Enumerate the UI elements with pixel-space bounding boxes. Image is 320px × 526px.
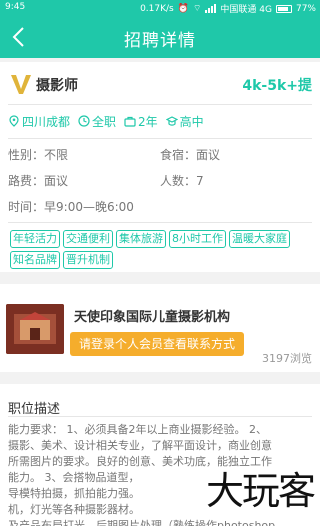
travel-info: 路费：面议 — [8, 172, 68, 189]
vip-v-icon — [11, 75, 31, 94]
gender-label: 性别： — [8, 148, 45, 162]
location-attr: 四川成都 — [8, 113, 70, 130]
education-attr: 高中 — [165, 113, 204, 130]
divider — [8, 104, 312, 105]
nav-bar: 招聘详情 — [0, 16, 320, 58]
experience-text: 2年 — [138, 114, 158, 129]
gender-value: 不限 — [44, 148, 69, 162]
job-title: 摄影师 — [36, 78, 78, 94]
description-line: 摄影、美术、设计相关专业，了解平面设计，商业创意 — [8, 439, 272, 452]
location-pin-icon — [9, 115, 19, 127]
watermark-text: 大玩客 — [205, 469, 316, 513]
job-salary: 4k-5k+提 — [242, 78, 312, 94]
benefit-tag: 集体旅游 — [116, 230, 166, 248]
benefit-tag: 晋升机制 — [63, 251, 113, 269]
job-card: 摄影师 4k-5k+提 四川成都 全职 2年 高中 性别：不限 食宿：面议 路费… — [0, 62, 320, 272]
location-text: 四川成都 — [22, 114, 71, 129]
board-info: 食宿：面议 — [160, 146, 220, 163]
company-name[interactable]: 天使印象国际儿童摄影机构 — [74, 306, 230, 325]
alarm-icon: ⏰ — [177, 3, 189, 14]
benefit-tag: 年轻活力 — [10, 230, 60, 248]
travel-value: 面议 — [44, 174, 69, 188]
benefit-tag: 知名品牌 — [10, 251, 60, 269]
login-to-view-contact-button[interactable]: 请登录个人会员查看联系方式 — [70, 332, 244, 356]
headcount-label: 人数： — [160, 174, 197, 188]
battery-icon — [275, 4, 292, 13]
description-title: 职位描述 — [8, 402, 61, 417]
status-bar: 9:45 0.17K/s ⏰ ⌔ 中国联通 4G 77% — [0, 0, 320, 16]
battery-percent: 77% — [295, 3, 316, 14]
benefit-tag: 交通便利 — [63, 230, 113, 248]
clock-icon — [78, 115, 90, 127]
status-time: 9:45 — [5, 2, 26, 12]
benefit-tag: 8小时工作 — [169, 230, 226, 248]
wifi-icon: ⌔ — [192, 4, 202, 14]
job-attributes: 四川成都 全职 2年 高中 — [8, 112, 312, 130]
time-value: 早9:00—晚6:00 — [44, 200, 134, 214]
benefit-tag: 温暖大家庭 — [229, 230, 290, 248]
view-count: 3197浏览 — [262, 352, 312, 365]
board-label: 食宿： — [160, 148, 197, 162]
page-title: 招聘详情 — [124, 31, 196, 51]
job-header: 摄影师 4k-5k+提 — [10, 72, 312, 96]
type-attr: 全职 — [78, 113, 116, 130]
network-speed: 0.17K/s — [140, 3, 174, 14]
time-label: 时间： — [8, 200, 45, 214]
headcount-info: 人数：7 — [160, 172, 204, 189]
watermark: 大玩客 — [172, 460, 318, 520]
experience-attr: 2年 — [124, 113, 158, 130]
education-text: 高中 — [179, 114, 204, 129]
type-text: 全职 — [92, 114, 117, 129]
gender-info: 性别：不限 — [8, 146, 68, 163]
divider — [8, 416, 312, 417]
travel-label: 路费： — [8, 174, 45, 188]
carrier-label: 中国联通 4G — [220, 5, 272, 15]
status-indicators: 0.17K/s ⏰ ⌔ 中国联通 4G 77% — [140, 2, 316, 16]
board-value: 面议 — [196, 148, 221, 162]
description-line: 能力要求： 1、必须具备2年以上商业摄影经验。 2、 — [8, 423, 267, 436]
briefcase-icon — [124, 116, 136, 127]
divider — [8, 222, 312, 223]
time-info: 时间：早9:00—晚6:00 — [8, 198, 134, 215]
divider — [8, 138, 312, 139]
graduation-cap-icon — [165, 116, 178, 126]
headcount-value: 7 — [196, 174, 204, 188]
company-card[interactable]: 天使印象国际儿童摄影机构 请登录个人会员查看联系方式 3197浏览 — [0, 284, 320, 372]
company-thumbnail[interactable] — [6, 304, 64, 354]
benefit-tags: 年轻活力 交通便利 集体旅游 8小时工作 温暖大家庭 知名品牌 晋升机制 — [10, 230, 310, 269]
signal-icon — [205, 4, 217, 13]
